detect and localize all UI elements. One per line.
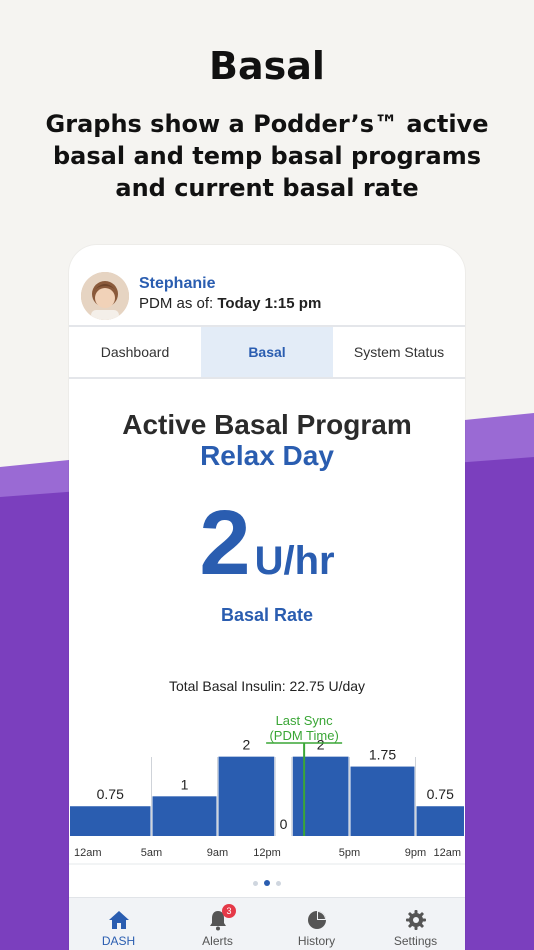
basal-rate-label: Basal Rate <box>220 605 314 625</box>
nav-dash[interactable]: DASH <box>69 898 168 950</box>
total-basal-insulin: Total Basal Insulin: 22.75 U/day <box>168 678 366 694</box>
tab-system-status[interactable]: System Status <box>333 327 465 377</box>
bottom-nav: DASH 3 Alerts History Settings <box>69 897 465 950</box>
phone-screen: Stephanie PDM as of: Today 1:15 pm Dashb… <box>69 245 465 950</box>
program-heading: Active Basal Program <box>122 409 412 440</box>
alerts-badge: 3 <box>222 904 236 918</box>
bar-value-label: 1 <box>181 776 189 792</box>
home-icon <box>108 911 129 929</box>
nav-history-label: History <box>297 934 336 948</box>
x-tick-label: 5am <box>141 847 162 859</box>
pdm-status: PDM as of: Today 1:15 pm <box>139 295 321 312</box>
x-tick-label: 9am <box>207 847 228 859</box>
pie-chart-icon <box>307 911 326 929</box>
tab-dashboard[interactable]: Dashboard <box>69 327 201 377</box>
nav-alerts[interactable]: 3 Alerts <box>168 898 267 950</box>
page-dot[interactable] <box>253 880 258 886</box>
pdm-status-time: Today 1:15 pm <box>217 295 322 312</box>
nav-settings[interactable]: Settings <box>366 898 465 950</box>
bar-value-label: 0.75 <box>97 786 124 802</box>
nav-history[interactable]: History <box>267 898 366 950</box>
basal-bar <box>292 756 349 836</box>
page-dot[interactable] <box>276 880 281 886</box>
pdm-status-prefix: PDM as of: <box>139 295 218 312</box>
bar-value-label: 0.75 <box>427 786 454 802</box>
avatar-image <box>81 272 129 320</box>
page-dot-active[interactable] <box>264 880 270 886</box>
basal-rate-unit: U/hr <box>254 539 335 583</box>
tab-bar: Dashboard Basal System Status <box>69 327 465 379</box>
basal-bar <box>70 806 151 836</box>
bar-value-label: 0 <box>280 816 288 832</box>
page-headline: Basal <box>209 44 325 88</box>
page-subhead: Graphs show a Podder’s™ active basal and… <box>45 110 489 202</box>
basal-bar <box>350 766 415 836</box>
basal-bar <box>152 796 217 836</box>
x-tick-label: 12am <box>74 847 102 859</box>
nav-settings-label: Settings <box>393 934 438 948</box>
basal-rate-value: 2 <box>199 492 250 594</box>
basal-bar <box>218 756 275 836</box>
sync-marker-label: Last Sync <box>276 713 334 728</box>
basal-rate-display: 2 U/hr <box>69 497 465 589</box>
x-tick-label: 12pm <box>253 847 281 859</box>
bar-value-label: 1.75 <box>369 747 396 763</box>
nav-dash-label: DASH <box>101 934 136 948</box>
basal-chart: 0.7512021.750.7512am 5am 9am 12pm 5pm 9pm 12am… <box>69 713 465 865</box>
bar-value-label: 2 <box>242 737 250 753</box>
profile-name[interactable]: Stephanie <box>139 275 215 293</box>
x-tick-label: 9pm <box>405 847 426 859</box>
x-tick-label: 12am <box>433 847 461 859</box>
gear-icon <box>405 910 426 930</box>
sync-marker-sublabel: (PDM Time) <box>269 728 338 743</box>
nav-alerts-label: Alerts <box>202 934 233 948</box>
tab-basal[interactable]: Basal <box>201 327 333 377</box>
x-tick-label: 5pm <box>339 847 360 859</box>
avatar[interactable] <box>81 272 129 320</box>
profile-header: Stephanie PDM as of: Today 1:15 pm <box>69 245 465 327</box>
page-indicator <box>69 878 465 888</box>
program-name: Relax Day <box>200 440 334 471</box>
basal-bar <box>416 806 464 836</box>
